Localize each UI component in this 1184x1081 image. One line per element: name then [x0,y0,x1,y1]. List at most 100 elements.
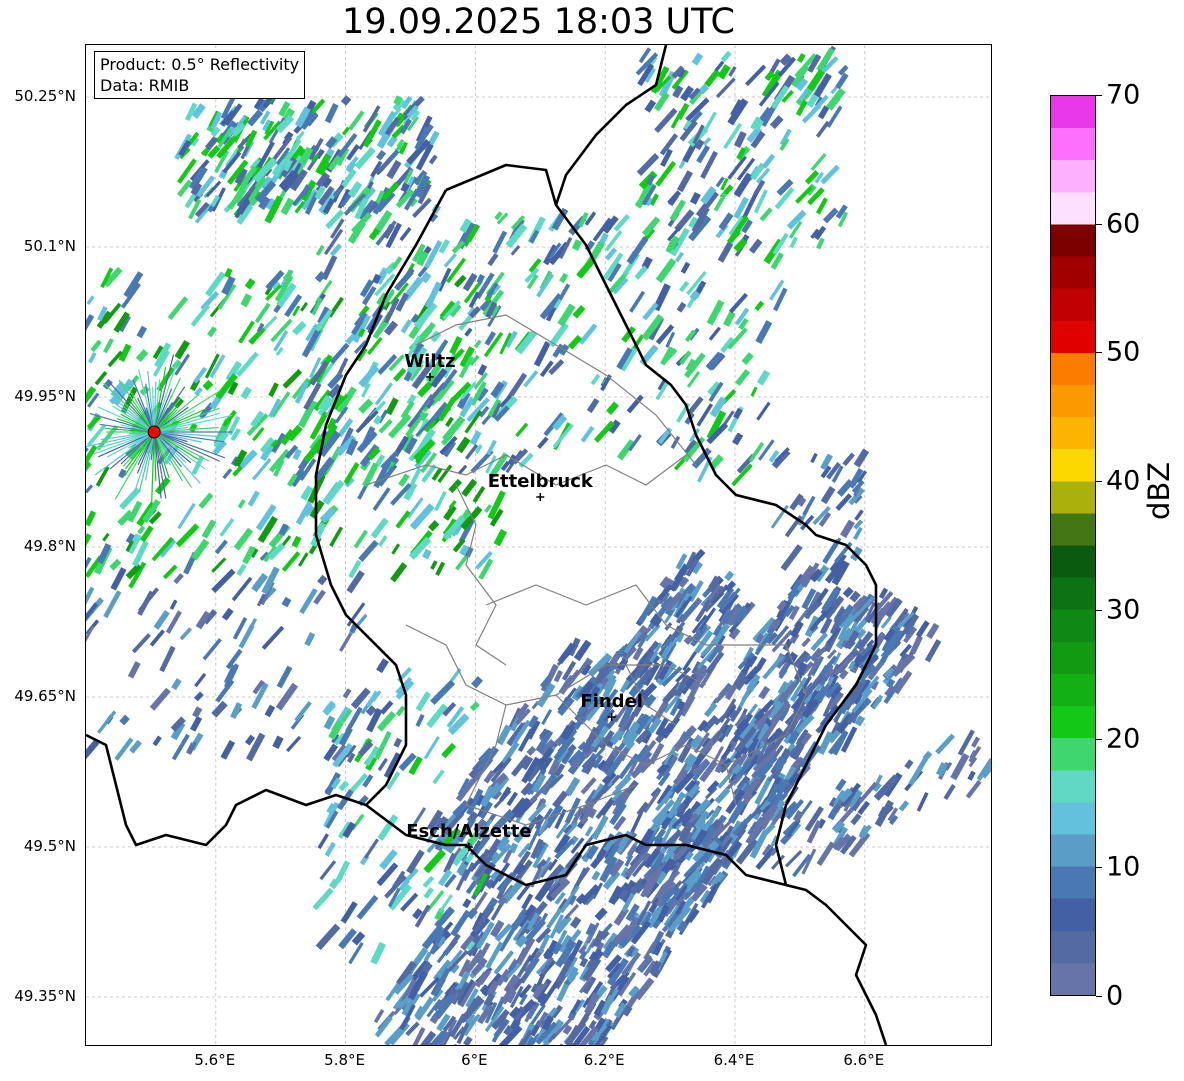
echo-cell [177,502,196,530]
echo-cell [644,99,657,113]
echo-cell [745,64,767,87]
echo-cell [304,632,316,647]
echo-cell [261,625,285,650]
echo-cell [221,607,234,621]
lon-tick-label: 6°E [461,1051,488,1069]
echo-cell [492,230,508,254]
echo-cell [780,544,803,572]
echo-cell [341,126,350,136]
echo-cell [118,468,127,479]
echo-cell [472,485,486,504]
echo-cell [173,573,184,585]
echo-cell [732,432,744,446]
echo-cell [733,172,753,198]
echo-cell [629,290,646,313]
echo-cell [191,538,210,561]
echo-cell [202,638,222,661]
echo-cell [179,627,193,641]
echo-cell [86,313,95,337]
echo-cell [469,430,482,446]
echo-cell [324,103,339,124]
colorbar-unit-label: dBZ [1142,461,1176,520]
echo-cell [434,490,447,512]
echo-cell [254,302,271,324]
echo-cell [240,293,253,308]
lat-tick-label: 49.8°N [23,537,76,555]
echo-cell [324,841,336,857]
echo-cell [340,95,352,106]
echo-cell [727,155,747,180]
echo-cell [769,115,784,130]
echo-cell [487,252,499,267]
echo-cell [586,398,600,414]
echo-cell [654,107,678,133]
echo-cell [801,637,811,648]
colorbar-tick [1096,996,1102,997]
city-label: Ettelbruck [488,471,594,492]
echo-cell [346,570,365,594]
echo-cell [935,733,956,755]
echo-cell [281,596,292,608]
echo-cell [816,841,836,866]
echo-cell [950,752,970,781]
echo-cell [670,435,681,449]
echo-cell [103,338,114,354]
echo-cell [533,341,551,367]
echo-cell [708,326,721,341]
echo-cell [971,736,981,748]
echo-cell [463,1036,473,1045]
radar-map: Wiltz Ettelbruck Findel Esch/Alzette [85,44,992,1046]
echo-cell [247,490,260,507]
echo-cell [750,386,758,397]
echo-cell [152,735,162,747]
colorbar-tick-label: 70 [1106,79,1141,111]
colorbar-tick [1096,95,1102,96]
echo-cell [198,492,214,509]
echo-cell [86,586,95,608]
map-title: 19.09.2025 18:03 UTC [342,2,735,42]
echo-cell [717,241,734,263]
echo-cell [810,452,818,464]
echo-cell [461,478,478,497]
lat-tick-label: 49.95°N [14,387,76,405]
echo-cell [86,625,95,653]
echo-cell [523,370,539,388]
echo-cell [706,299,725,326]
echo-cell [109,558,122,571]
echo-cell [898,800,910,812]
echo-cell [536,273,555,298]
echo-cell [450,668,462,682]
echo-cell [169,599,178,610]
echo-cell [391,543,401,555]
echo-cell [462,898,472,909]
echo-cell [493,529,508,547]
echo-cell [702,137,712,146]
echo-cell [570,929,582,942]
echo-cell [754,300,765,312]
lon-tick-label: 5.8°E [324,1051,366,1069]
echo-cell [211,700,228,718]
echo-cell [724,570,735,582]
echo-cell [573,866,591,889]
echo-cell [853,519,864,530]
echo-cell [282,368,303,389]
echo-cell [223,664,239,685]
echo-cell [88,351,97,364]
echo-cell [703,702,718,718]
echo-cell [815,120,830,138]
echo-cell [591,815,609,840]
echo-cell [594,907,608,921]
echo-cell [600,374,612,392]
echo-cell [102,532,110,542]
city-label: Esch/Alzette [406,821,531,842]
echo-cell [110,567,127,591]
echo-cell [428,154,438,165]
echo-cell [86,597,104,623]
echo-cell [194,691,204,702]
echo-cell [86,484,94,494]
echo-cell [376,149,387,161]
echo-cell [789,236,798,249]
echo-cell [423,849,447,874]
echo-cell [850,813,862,826]
lon-tick-label: 6.6°E [843,1051,885,1069]
